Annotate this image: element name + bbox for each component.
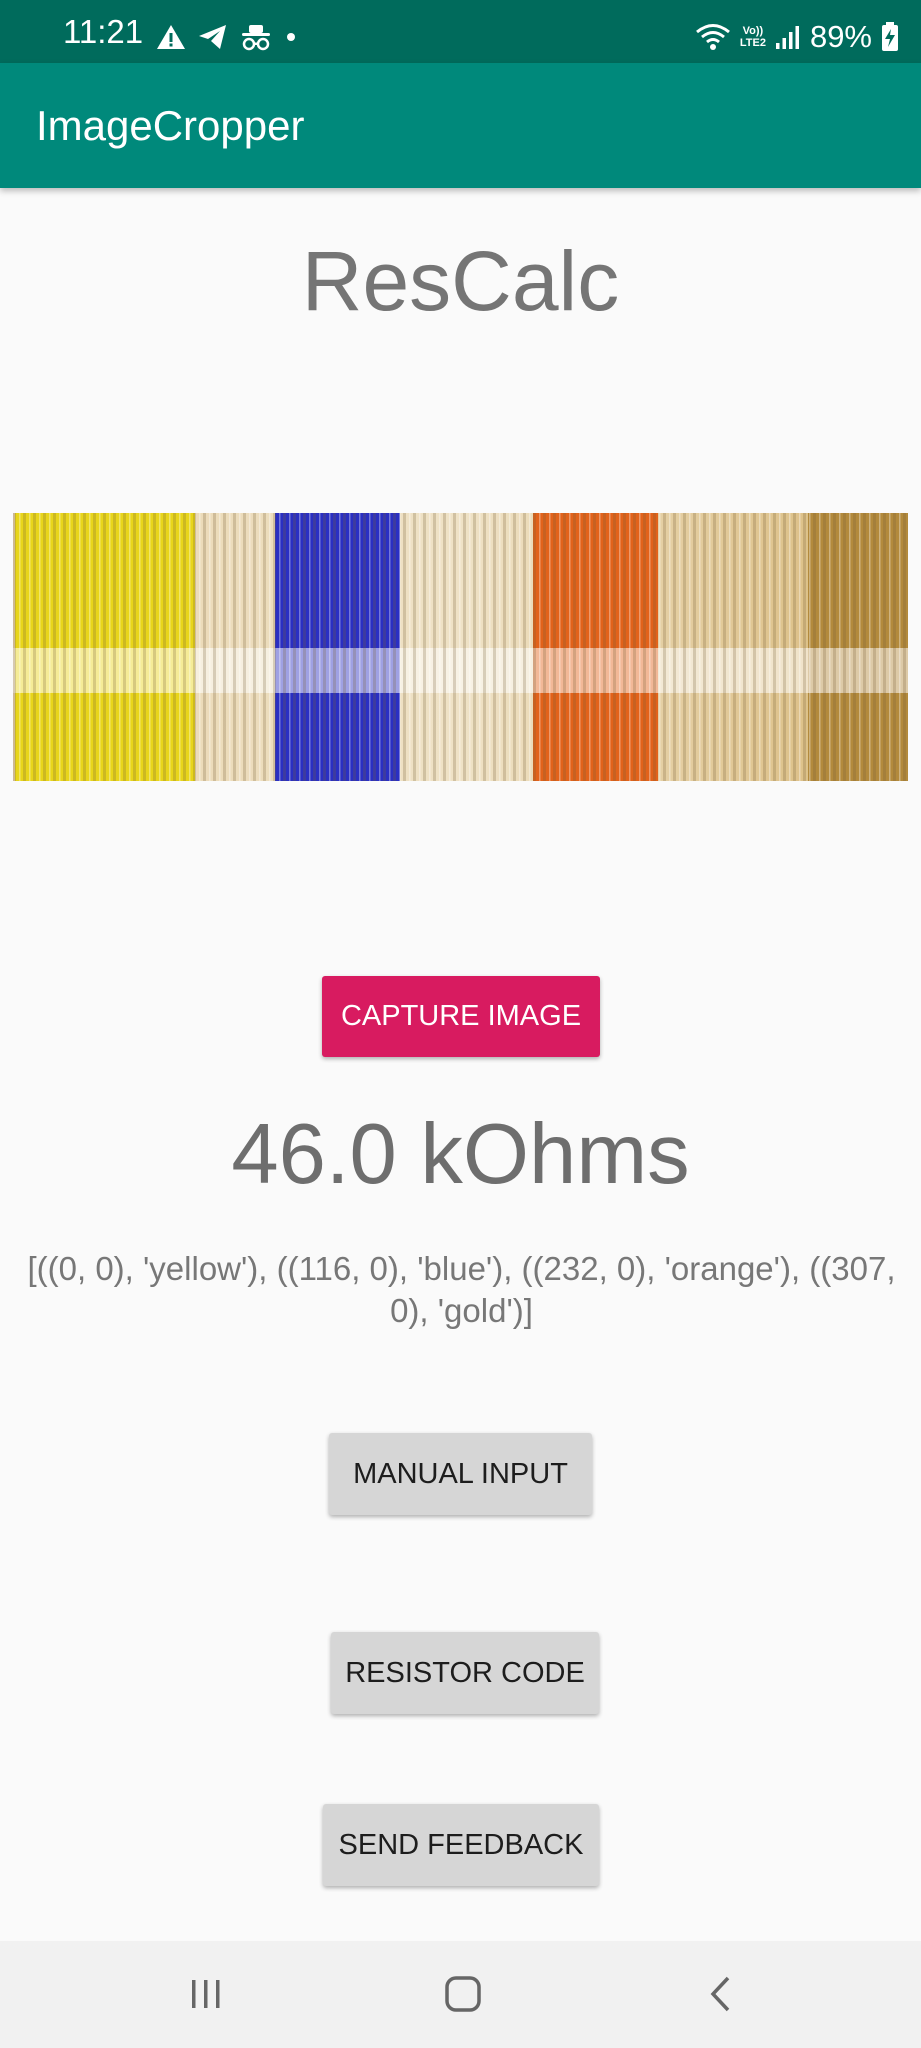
system-status-icons: Vo)) LTE2 89% (695, 19, 899, 55)
resistor-image (13, 513, 908, 781)
telegram-icon (199, 25, 226, 49)
status-bar: 11:21 Vo)) LTE2 89% (0, 0, 921, 63)
status-time: 11:21 (63, 13, 144, 50)
battery-charging-icon (882, 22, 898, 51)
network-type-label: Vo)) LTE2 (740, 25, 766, 49)
wifi-icon (695, 24, 730, 50)
resistance-value: 46.0 kOhms (231, 1107, 690, 1202)
signal-icon (775, 26, 799, 49)
detected-bands-text: [((0, 0), 'yellow'), ((116, 0), 'blue'),… (27, 1250, 896, 1329)
app-bar: ImageCropper (0, 63, 921, 188)
back-icon[interactable] (699, 1972, 743, 2016)
app-title: ImageCropper (36, 102, 305, 149)
lte-label: LTE2 (739, 37, 766, 49)
warning-icon (157, 25, 185, 49)
page-title: ResCalc (301, 234, 620, 328)
recents-icon[interactable] (184, 1972, 228, 2016)
manual-input-button[interactable]: MANUAL INPUT (329, 1433, 592, 1515)
dot-icon (287, 33, 295, 41)
incognito-icon (242, 25, 270, 51)
volte-label: Vo)) (742, 25, 764, 37)
resistor-code-button[interactable]: RESISTOR CODE (331, 1632, 599, 1714)
battery-percent: 89% (809, 19, 872, 54)
capture-image-button[interactable]: CAPTURE IMAGE (322, 976, 600, 1057)
notification-icons (156, 19, 298, 55)
home-icon[interactable] (441, 1972, 485, 2016)
send-feedback-button[interactable]: SEND FEEDBACK (323, 1804, 599, 1886)
navigation-bar (0, 1941, 921, 2048)
